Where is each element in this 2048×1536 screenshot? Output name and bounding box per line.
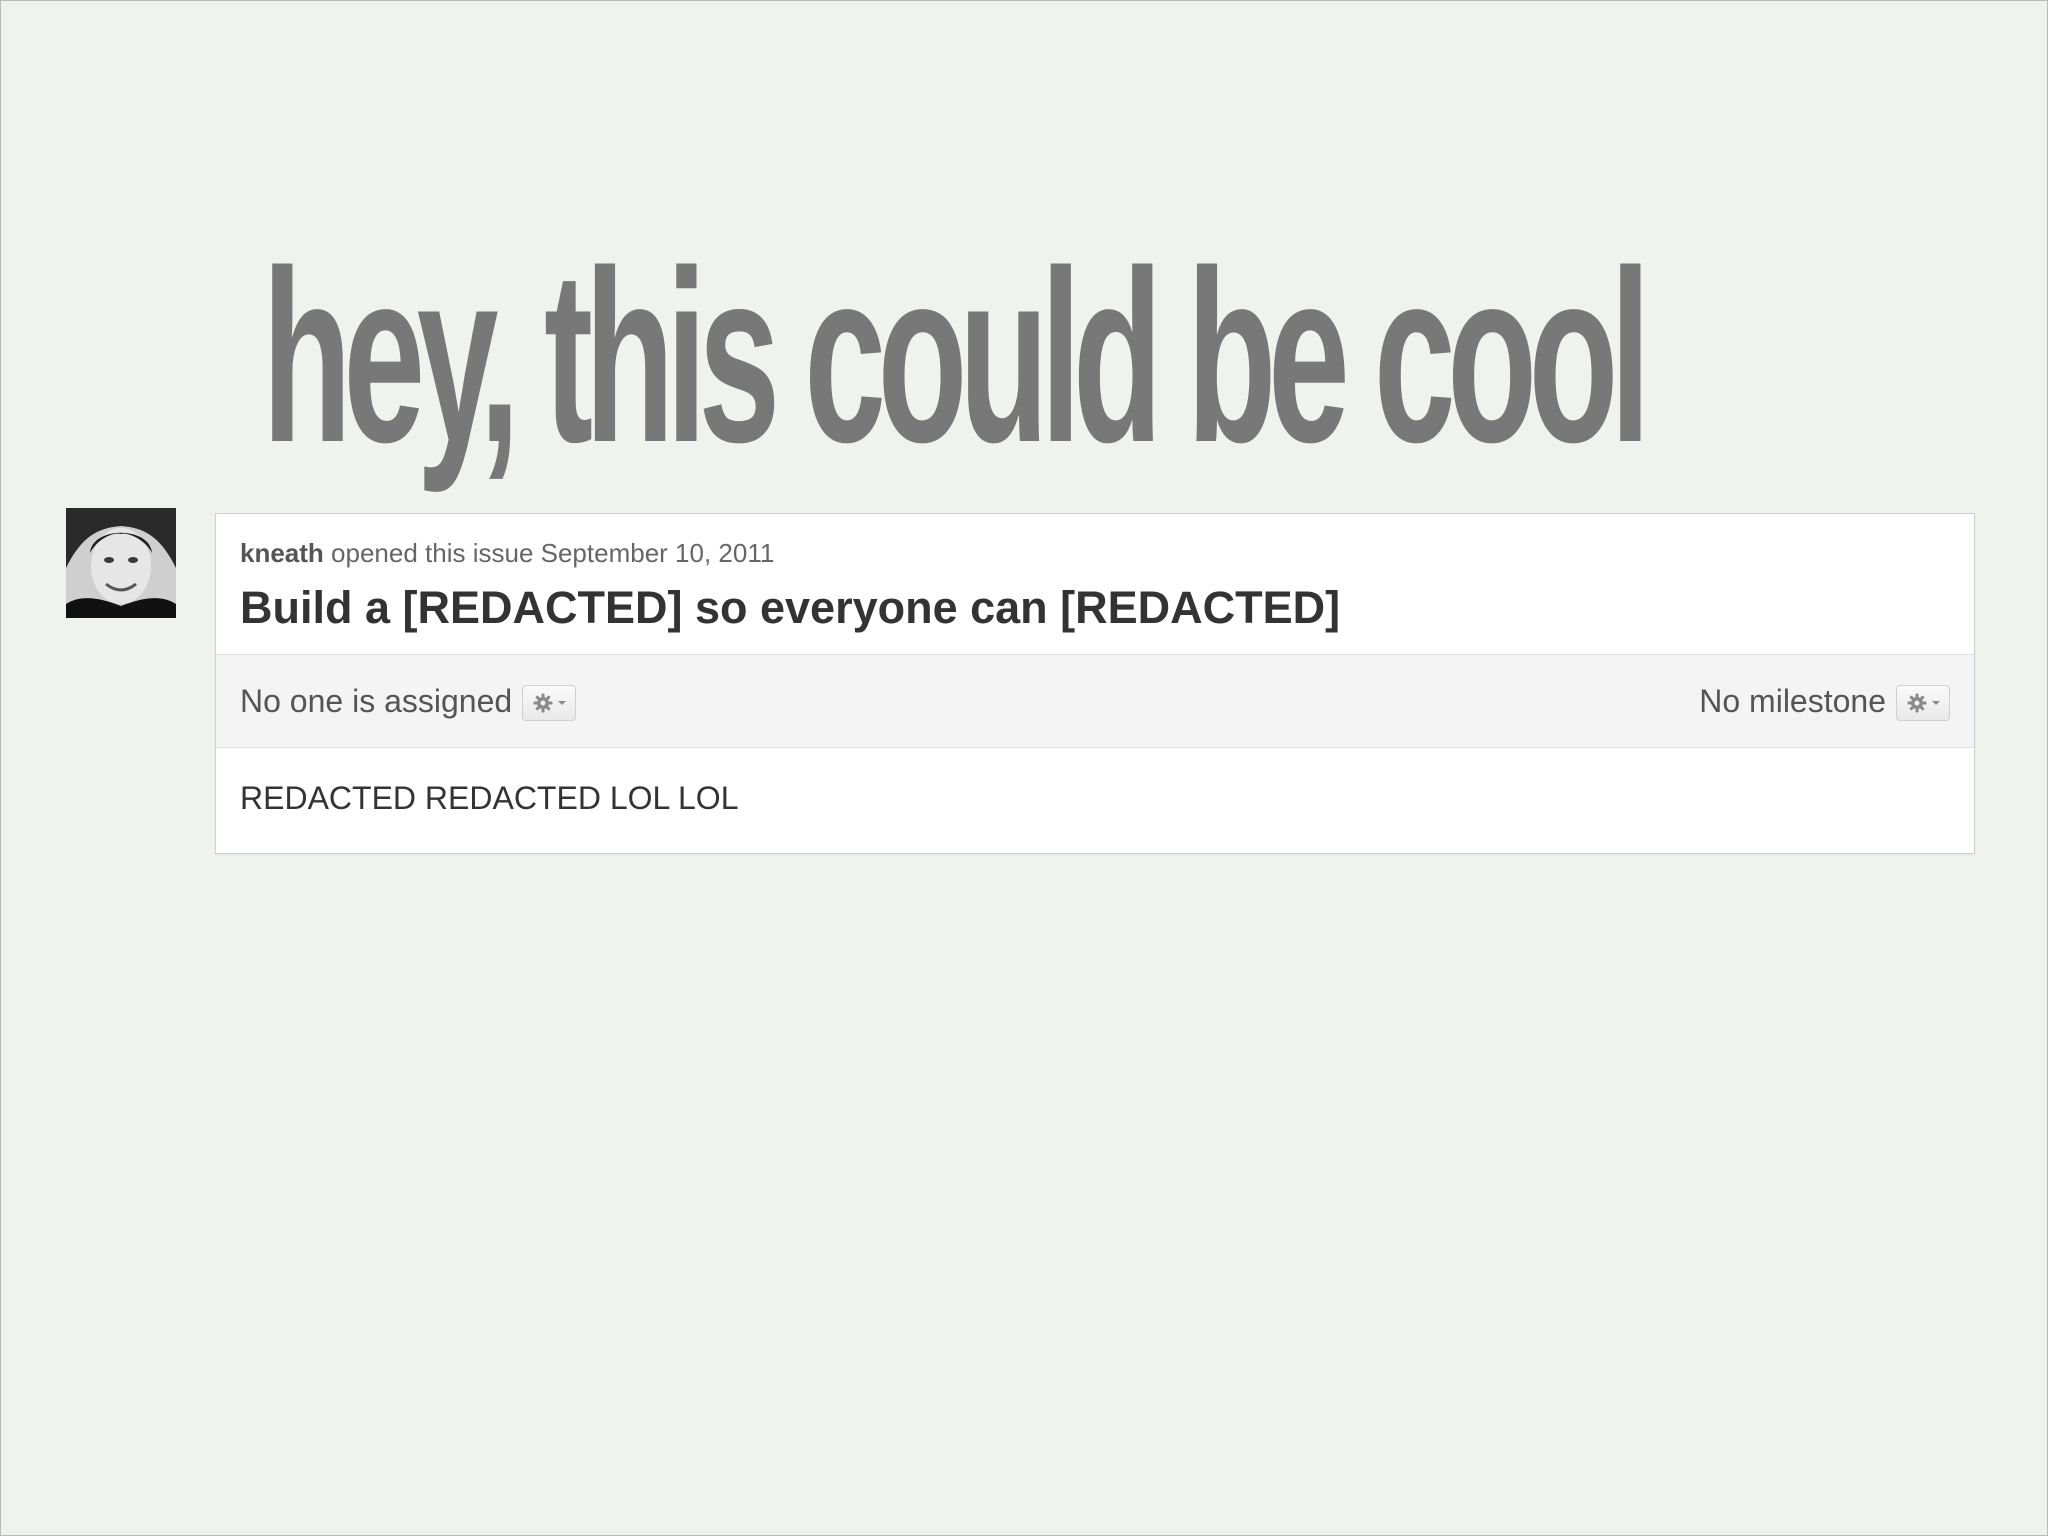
discussion-sidebar: No one is assigned No milestone xyxy=(216,655,1974,748)
chevron-down-icon xyxy=(557,701,566,705)
issue-meta: kneath opened this issue September 10, 2… xyxy=(240,538,1950,568)
gear-icon xyxy=(1907,693,1926,713)
issue-body: REDACTED REDACTED LOL LOL xyxy=(216,748,1974,818)
opened-text: opened this issue September 10, 2011 xyxy=(331,538,775,568)
chevron-down-icon xyxy=(1931,701,1940,705)
assignee-group: No one is assigned xyxy=(240,681,577,721)
assignee-settings-button[interactable] xyxy=(522,685,577,721)
issue-title: Build a [REDACTED] so everyone can [REDA… xyxy=(240,582,1341,633)
issue-body-text: REDACTED REDACTED LOL LOL xyxy=(240,780,739,816)
gear-icon xyxy=(533,693,553,713)
avatar[interactable] xyxy=(66,508,176,618)
issue-header: kneath opened this issue September 10, 2… xyxy=(216,514,1974,655)
slide-headline: hey, this could be cool xyxy=(262,219,1651,493)
author-link[interactable]: kneath xyxy=(240,538,324,568)
issue-card: kneath opened this issue September 10, 2… xyxy=(215,513,1975,854)
milestone-label: No milestone xyxy=(1699,682,1886,719)
milestone-settings-button[interactable] xyxy=(1896,685,1950,721)
milestone-group: No milestone xyxy=(1699,681,1950,721)
assignee-label: No one is assigned xyxy=(240,682,513,719)
user-avatar-icon xyxy=(66,508,176,618)
